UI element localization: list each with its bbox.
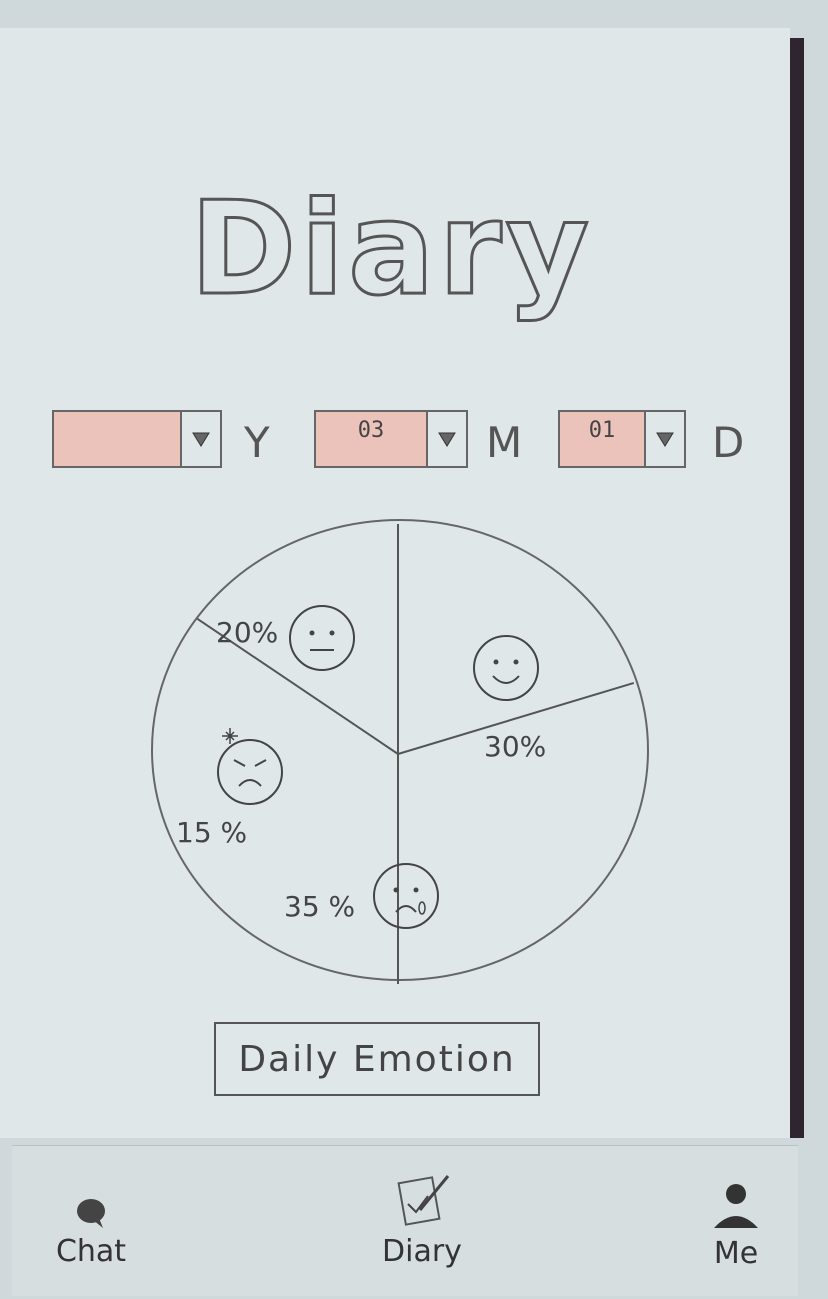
year-value bbox=[52, 410, 180, 468]
chat-bubble-icon bbox=[77, 1199, 105, 1228]
year-unit: Y bbox=[244, 418, 270, 467]
bottom-nav: Chat Diary Me bbox=[12, 1145, 798, 1296]
daily-emotion-button[interactable]: Daily Emotion bbox=[214, 1022, 540, 1096]
day-unit: D bbox=[712, 418, 745, 467]
nav-label-chat: Chat bbox=[55, 1234, 127, 1269]
month-unit: M bbox=[486, 418, 523, 467]
slice-label-sad: 35 % bbox=[284, 890, 355, 923]
day-dropdown[interactable]: 01 bbox=[558, 410, 686, 468]
nav-item-chat[interactable]: Chat bbox=[46, 1196, 136, 1269]
triangle-down-icon[interactable] bbox=[644, 410, 686, 468]
month-dropdown[interactable]: 03 bbox=[314, 410, 468, 468]
device-edge bbox=[790, 38, 804, 1138]
nav-label-diary: Diary bbox=[382, 1234, 462, 1269]
emotion-pie-chart: 20% 30% 35 % 15 % bbox=[151, 519, 649, 984]
slice-label-neutral: 20% bbox=[216, 616, 278, 649]
nav-item-diary[interactable]: Diary bbox=[372, 1168, 472, 1269]
page-title: Diary bbox=[189, 174, 594, 326]
month-value: 03 bbox=[314, 410, 426, 468]
diary-pen-icon bbox=[397, 1175, 450, 1226]
slice-label-happy: 30% bbox=[484, 730, 546, 763]
slice-label-angry: 15 % bbox=[176, 816, 247, 849]
year-dropdown[interactable] bbox=[52, 410, 222, 468]
triangle-down-icon[interactable] bbox=[180, 410, 222, 468]
nav-label-me: Me bbox=[713, 1236, 759, 1271]
nav-item-me[interactable]: Me bbox=[696, 1178, 776, 1271]
person-icon bbox=[714, 1184, 758, 1228]
day-value: 01 bbox=[558, 410, 644, 468]
triangle-down-icon[interactable] bbox=[426, 410, 468, 468]
